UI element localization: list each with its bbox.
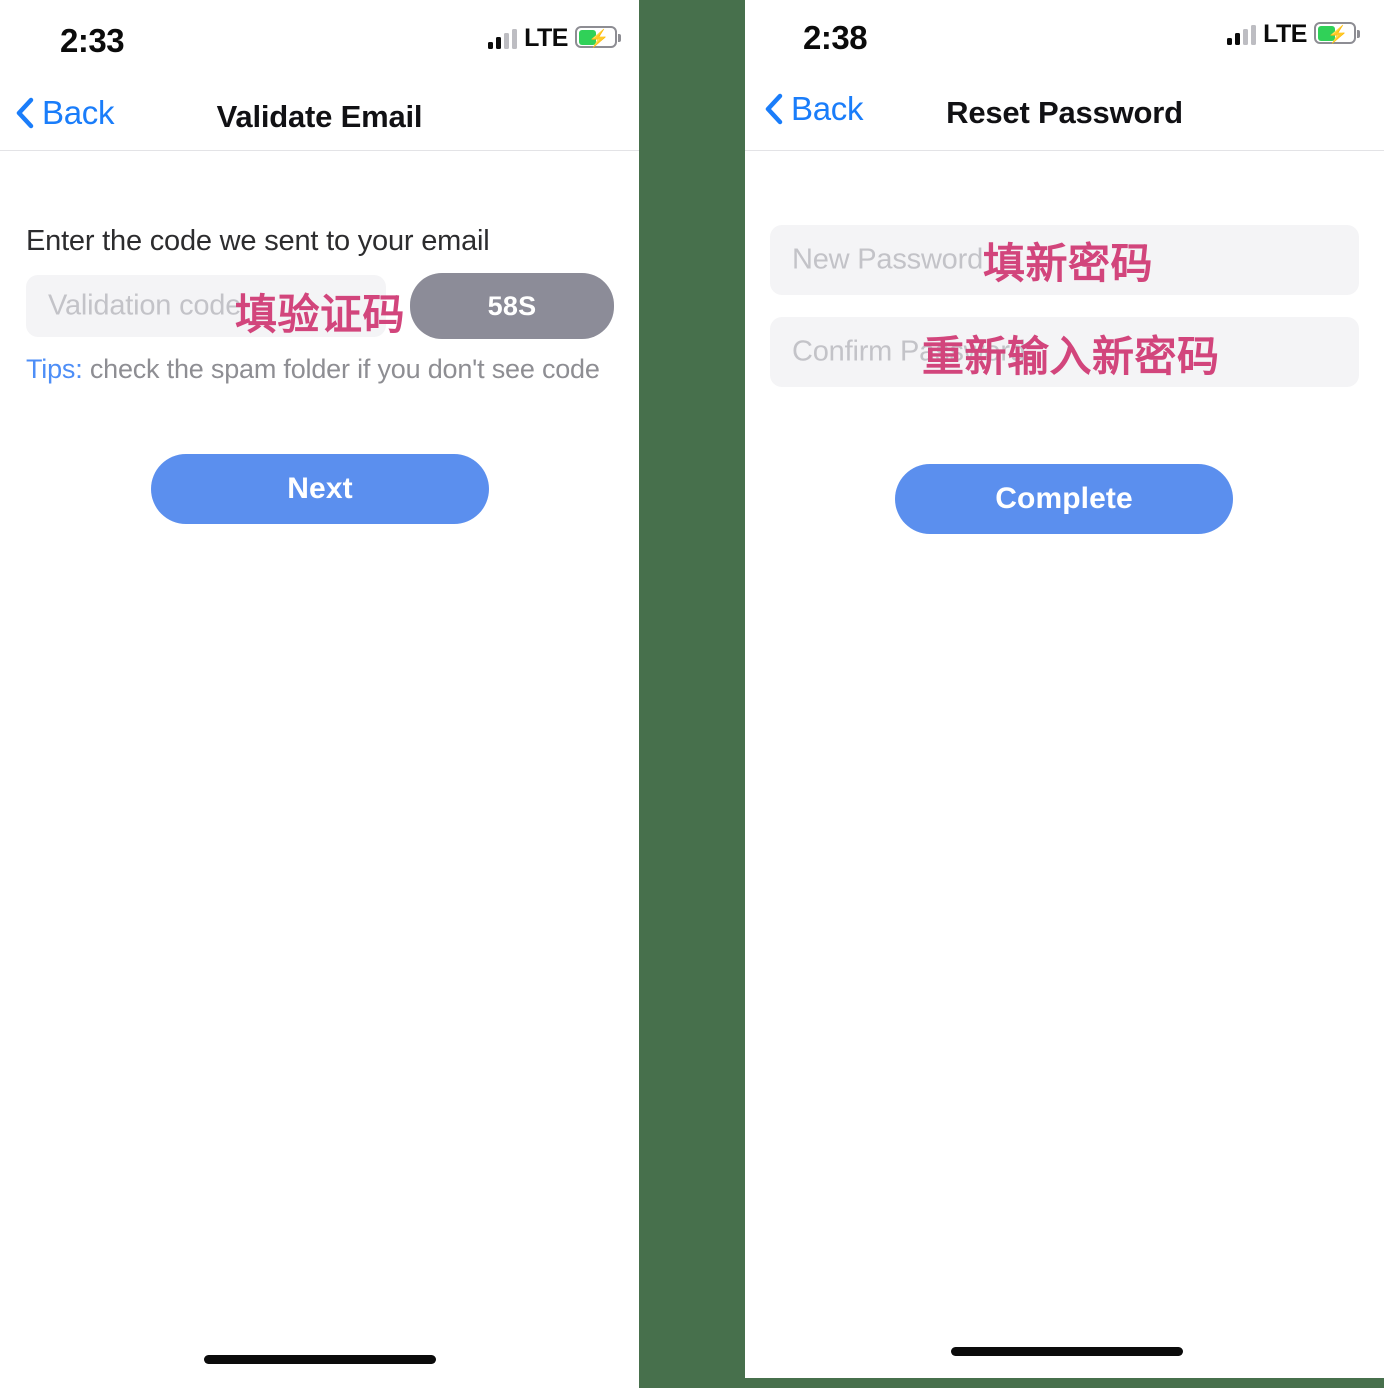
signal-bars-icon — [1227, 25, 1257, 45]
resend-timer-label: 58S — [487, 290, 537, 321]
home-indicator — [204, 1355, 436, 1364]
validation-code-field[interactable]: Validation code — [26, 275, 386, 337]
battery-charging-icon: ⚡ — [575, 26, 621, 48]
status-time: 2:33 — [60, 22, 125, 59]
phone-screen-reset-password: 2:38 LTE ⚡ Back Reset Password New Passw… — [745, 0, 1384, 1378]
tips-body: check the spam folder if you don't see c… — [89, 354, 600, 384]
validation-code-placeholder: Validation code — [48, 289, 242, 322]
tips-label: Tips: — [26, 354, 83, 384]
network-type-label: LTE — [1263, 20, 1307, 48]
complete-button[interactable]: Complete — [895, 464, 1233, 534]
next-button-label: Next — [287, 472, 353, 505]
navigation-bar: Back Reset Password — [745, 78, 1384, 151]
new-password-field[interactable]: New Password — [770, 225, 1359, 295]
status-bar: 2:33 LTE ⚡ — [0, 0, 639, 78]
status-time: 2:38 — [803, 19, 868, 56]
confirm-password-placeholder: Confirm Password — [792, 335, 1026, 368]
phone-screen-validate-email: 2:33 LTE ⚡ Back Validate Email Enter the… — [0, 0, 639, 1388]
network-type-label: LTE — [524, 24, 568, 52]
new-password-placeholder: New Password — [792, 243, 983, 276]
complete-button-label: Complete — [995, 482, 1133, 515]
status-indicators: LTE ⚡ — [1227, 20, 1360, 48]
home-indicator — [951, 1347, 1183, 1356]
background-divider-strip — [639, 0, 745, 1388]
lightning-bolt-icon: ⚡ — [588, 29, 610, 48]
battery-charging-icon: ⚡ — [1314, 22, 1360, 44]
signal-bars-icon — [488, 29, 518, 49]
status-indicators: LTE ⚡ — [488, 24, 621, 52]
navigation-bar: Back Validate Email — [0, 78, 639, 151]
lightning-bolt-icon: ⚡ — [1327, 25, 1349, 44]
page-title: Reset Password — [946, 95, 1183, 130]
tips-text: Tips: check the spam folder if you don't… — [26, 354, 600, 385]
confirm-password-field[interactable]: Confirm Password — [770, 317, 1359, 387]
background-bottom-strip — [745, 1378, 1384, 1388]
resend-timer-button[interactable]: 58S — [410, 273, 614, 339]
instruction-text: Enter the code we sent to your email — [26, 225, 490, 257]
status-bar: 2:38 LTE ⚡ — [745, 0, 1384, 78]
next-button[interactable]: Next — [151, 454, 489, 524]
page-title: Validate Email — [216, 99, 423, 134]
screenshot-stage: 2:33 LTE ⚡ Back Validate Email Enter the… — [0, 0, 1384, 1388]
